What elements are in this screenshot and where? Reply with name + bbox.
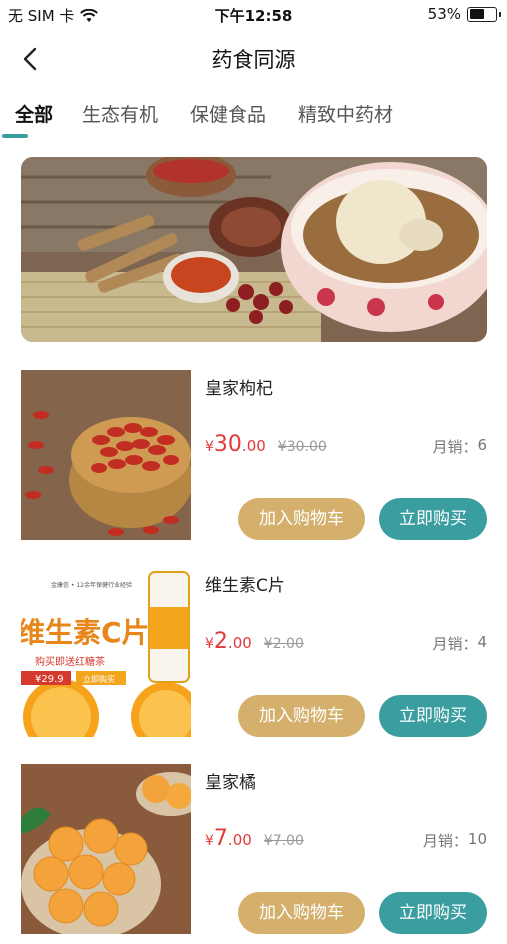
- banner-image[interactable]: [21, 157, 487, 342]
- add-to-cart-button[interactable]: 加入购物车: [238, 695, 365, 737]
- price-row: ¥7.00 ¥7.00: [205, 826, 304, 851]
- price-integer: 30: [213, 432, 242, 457]
- currency-symbol: ¥: [205, 439, 214, 455]
- status-bar: 无 SIM 卡 下午12:58 53%: [0, 0, 507, 30]
- battery-tip: [499, 11, 501, 17]
- price-row: ¥30.00 ¥30.00: [205, 432, 327, 457]
- battery-percent: 53%: [427, 5, 461, 23]
- product-card[interactable]: 皇家枸杞 ¥30.00 ¥30.00 月销： 6 加入购物车 立即购买: [0, 370, 507, 550]
- tab-health-food[interactable]: 保健食品: [190, 100, 266, 127]
- product-card[interactable]: 皇家橘 ¥7.00 ¥7.00 月销： 10 加入购物车 立即购买: [0, 764, 507, 944]
- monthly-sales: 月销： 4: [432, 633, 487, 654]
- product-name: 维生素C片: [205, 576, 285, 596]
- original-price: ¥2.00: [263, 636, 304, 652]
- buy-now-button[interactable]: 立即购买: [379, 892, 487, 934]
- sales-label: 月销：: [432, 635, 478, 653]
- thumb-brand: 金康信 • 12余年保健行业经验: [51, 581, 132, 589]
- price-row: ¥2.00 ¥2.00: [205, 629, 304, 654]
- price: ¥30.00: [205, 432, 266, 457]
- buy-now-button[interactable]: 立即购买: [379, 695, 487, 737]
- sales-count: 10: [467, 830, 487, 848]
- price-decimal: .00: [227, 831, 252, 849]
- battery-fill: [469, 9, 485, 19]
- original-price: ¥7.00: [263, 833, 304, 849]
- product-name: 皇家枸杞: [205, 379, 273, 399]
- product-image-orange[interactable]: [21, 764, 191, 934]
- sales-label: 月销：: [422, 832, 468, 850]
- add-to-cart-button[interactable]: 加入购物车: [238, 892, 365, 934]
- price: ¥7.00: [205, 826, 252, 851]
- status-right: 53%: [427, 5, 501, 23]
- sales-count: 6: [477, 436, 487, 454]
- currency-symbol: ¥: [205, 636, 214, 652]
- vitamin-c-illustration: 金康信 • 12余年保健行业经验 维生素C片 购买即送红糖茶 ¥29.9 立即购…: [21, 567, 191, 737]
- product-image-vitamin-c[interactable]: 金康信 • 12余年保健行业经验 维生素C片 购买即送红糖茶 ¥29.9 立即购…: [21, 567, 191, 737]
- page-title: 药食同源: [211, 48, 296, 72]
- goji-illustration: [21, 370, 191, 540]
- category-tabs: 全部 生态有机 保健食品 精致中药材: [0, 90, 507, 140]
- orange-illustration: [21, 764, 191, 934]
- original-price: ¥30.00: [277, 439, 327, 455]
- buy-now-button[interactable]: 立即购买: [379, 498, 487, 540]
- currency-symbol: ¥: [205, 833, 214, 849]
- thumb-headline: 维生素C片: [21, 616, 150, 649]
- thumb-promo: 购买即送红糖茶: [35, 655, 105, 668]
- monthly-sales: 月销： 6: [432, 436, 487, 457]
- price-integer: 2: [213, 629, 228, 654]
- thumb-promo-button: 立即购买: [83, 674, 115, 684]
- price: ¥2.00: [205, 629, 252, 654]
- price-decimal: .00: [227, 634, 252, 652]
- nav-bar: 药食同源: [0, 30, 507, 88]
- price-decimal: .00: [241, 437, 266, 455]
- battery-icon: [467, 6, 501, 22]
- tab-all[interactable]: 全部: [15, 100, 53, 127]
- product-image-goji[interactable]: [21, 370, 191, 540]
- price-integer: 7: [213, 826, 228, 851]
- tab-eco-organic[interactable]: 生态有机: [82, 100, 158, 127]
- product-card[interactable]: 金康信 • 12余年保健行业经验 维生素C片 购买即送红糖茶 ¥29.9 立即购…: [0, 567, 507, 747]
- tab-indicator: [2, 134, 28, 138]
- banner-illustration: [21, 157, 487, 342]
- sales-count: 4: [477, 633, 487, 651]
- thumb-promo-price: ¥29.9: [35, 674, 64, 685]
- monthly-sales: 月销： 10: [423, 830, 487, 851]
- product-name: 皇家橘: [205, 773, 256, 793]
- tab-chinese-herbs[interactable]: 精致中药材: [298, 100, 393, 127]
- add-to-cart-button[interactable]: 加入购物车: [238, 498, 365, 540]
- sales-label: 月销：: [432, 438, 478, 456]
